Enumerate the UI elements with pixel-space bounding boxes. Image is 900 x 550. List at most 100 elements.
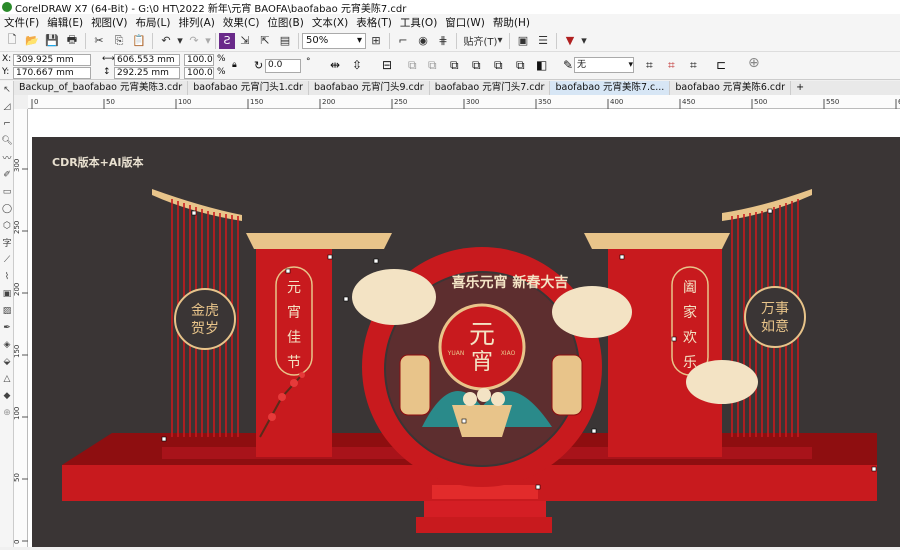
- ruler-h-label: 100: [178, 98, 191, 106]
- full-screen-icon[interactable]: ⊞: [366, 32, 386, 50]
- shape-tool-icon[interactable]: ◿: [0, 98, 14, 115]
- rectangle-tool-icon[interactable]: ▭: [0, 183, 14, 200]
- horizontal-ruler[interactable]: 050100150200250300350400450500550600: [28, 95, 900, 109]
- interactive-fill-icon[interactable]: ◈: [0, 336, 14, 353]
- launcher-dropdown-icon[interactable]: ▾: [580, 32, 588, 50]
- copy-icon[interactable]: ⎘: [109, 32, 129, 50]
- right-panel-char-2: 家: [683, 304, 697, 321]
- trim-icon[interactable]: ⧉: [472, 58, 481, 73]
- text-tool-icon[interactable]: 字: [0, 234, 14, 251]
- ellipse-tool-icon[interactable]: ◯: [0, 200, 14, 217]
- menu-file[interactable]: 文件(F): [0, 15, 43, 30]
- add-tab-button[interactable]: +: [791, 81, 809, 95]
- open-folder-icon[interactable]: 📂: [22, 32, 42, 50]
- menu-effects[interactable]: 效果(C): [219, 15, 264, 30]
- height-input[interactable]: 292.25 mm: [114, 67, 180, 79]
- x-position-input[interactable]: 309.925 mm: [13, 54, 91, 66]
- tab-mentou7[interactable]: baofabao 元宵门头7.cdr: [430, 81, 551, 95]
- lock-ratio-icon[interactable]: 🔒︎: [232, 60, 237, 70]
- crop-tool-icon[interactable]: ⌐: [0, 115, 14, 132]
- undo-dropdown-icon[interactable]: ▾: [176, 32, 184, 50]
- outline-width-select[interactable]: 无 ▾: [574, 57, 634, 73]
- artistic-media-icon[interactable]: ✐: [0, 166, 14, 183]
- menu-tools[interactable]: 工具(O): [396, 15, 441, 30]
- welcome-screen-icon[interactable]: ▣: [513, 32, 533, 50]
- tab-meichen6[interactable]: baofabao 元宵美陈6.cdr: [670, 81, 792, 95]
- undo-icon[interactable]: ↶: [156, 32, 176, 50]
- paste-icon[interactable]: 📋: [129, 32, 149, 50]
- redo-dropdown-icon[interactable]: ▾: [204, 32, 212, 50]
- x-label: X:: [2, 54, 12, 64]
- right-cloud: [552, 286, 632, 338]
- show-rulers-icon[interactable]: ⌐: [393, 32, 413, 50]
- weld-icon[interactable]: ⧉: [450, 58, 459, 73]
- ruler-v-label: 0: [14, 540, 21, 544]
- width-input[interactable]: 606.553 mm: [114, 54, 180, 66]
- rotation-input[interactable]: 0.0: [265, 59, 301, 73]
- drop-shadow-icon[interactable]: ▣: [0, 285, 14, 302]
- cut-icon[interactable]: ✂: [89, 32, 109, 50]
- ruler-h-label: 250: [394, 98, 407, 106]
- tangyuan-1: [463, 392, 477, 406]
- tab-mentou9[interactable]: baofabao 元宵门头9.cdr: [309, 81, 430, 95]
- parallel-dimension-icon[interactable]: ⟋: [0, 251, 14, 268]
- tab-mentou1[interactable]: baofabao 元宵门头1.cdr: [188, 81, 309, 95]
- simplify-icon[interactable]: ⧉: [516, 58, 525, 73]
- mirror-horizontal-icon[interactable]: ⇹: [330, 58, 340, 72]
- freehand-tool-icon[interactable]: 〰: [0, 149, 14, 166]
- combine-icon[interactable]: ⧉: [408, 58, 417, 73]
- options-icon[interactable]: ☰: [533, 32, 553, 50]
- tab-backup-meichen3[interactable]: Backup_of_baofabao 元宵美陈3.cdr: [14, 81, 189, 95]
- edit-bitmap-icon[interactable]: ⌗: [668, 58, 675, 73]
- menu-help[interactable]: 帮助(H): [489, 15, 534, 30]
- scale-x-input[interactable]: 100.0: [184, 54, 214, 66]
- show-grid-icon[interactable]: ◉: [413, 32, 433, 50]
- menu-layout[interactable]: 布局(L): [131, 15, 174, 30]
- save-icon[interactable]: 💾: [42, 32, 62, 50]
- connector-tool-icon[interactable]: ⌇: [0, 268, 14, 285]
- polygon-tool-icon[interactable]: ⬡: [0, 217, 14, 234]
- snap-to-button[interactable]: 贴齐(T) ▾: [460, 32, 506, 50]
- pick-tool-icon[interactable]: ↖: [0, 81, 14, 98]
- mirror-vertical-icon[interactable]: ⇳: [352, 58, 362, 72]
- add-tool-icon[interactable]: ⊕: [0, 404, 14, 421]
- print-icon[interactable]: 🖶: [62, 32, 82, 50]
- import-icon[interactable]: ⇲: [235, 32, 255, 50]
- menu-text[interactable]: 文本(X): [308, 15, 352, 30]
- vertical-ruler[interactable]: 300 250 200 150 100 50 0: [13, 109, 28, 547]
- show-guidelines-icon[interactable]: ⋕: [433, 32, 453, 50]
- application-launcher-icon[interactable]: ▼: [560, 32, 580, 50]
- intersect-icon[interactable]: ⧉: [494, 58, 503, 73]
- artboard-page[interactable]: 金虎 贺岁 万事 如意 元 宵 佳 节 阖 家 欢 乐 喜乐元宵 新春大吉 元 …: [32, 127, 900, 547]
- menu-table[interactable]: 表格(T): [352, 15, 396, 30]
- scale-y-input[interactable]: 100.0: [184, 67, 214, 79]
- standard-toolbar: 🗋 📂 💾 🖶 ✂ ⎘ 📋 ↶ ▾ ↷ ▾ Ƨ ⇲ ⇱ ▤ 50% ▾ ⊞ ⌐ …: [0, 30, 900, 52]
- zoom-level-select[interactable]: 50% ▾: [302, 32, 366, 49]
- menu-bitmaps[interactable]: 位图(B): [263, 15, 307, 30]
- zoom-tool-icon[interactable]: 🔍︎: [0, 132, 14, 149]
- align-distribute-icon[interactable]: ⊟: [382, 58, 392, 72]
- fill-tool-icon[interactable]: ◆: [0, 387, 14, 404]
- outline-pen-tool-icon[interactable]: △: [0, 370, 14, 387]
- break-apart-icon[interactable]: ⧉: [428, 58, 437, 73]
- front-minus-back-icon[interactable]: ◧: [536, 58, 547, 72]
- tab-meichen7[interactable]: baofabao 元宵美陈7.c...: [550, 81, 671, 95]
- search-content-icon[interactable]: Ƨ: [219, 32, 235, 49]
- new-file-icon[interactable]: 🗋: [2, 32, 22, 50]
- crop-bitmap-icon[interactable]: ⌗: [690, 58, 697, 73]
- smart-fill-icon[interactable]: ⬙: [0, 353, 14, 370]
- menu-view[interactable]: 视图(V): [87, 15, 131, 30]
- publish-pdf-icon[interactable]: ▤: [275, 32, 295, 50]
- add-icon[interactable]: ⊕: [748, 55, 760, 71]
- redo-icon[interactable]: ↷: [184, 32, 204, 50]
- transparency-tool-icon[interactable]: ▨: [0, 302, 14, 319]
- menu-edit[interactable]: 编辑(E): [43, 15, 87, 30]
- right-panel-char-3: 欢: [683, 330, 697, 346]
- menu-arrange[interactable]: 排列(A): [175, 15, 219, 30]
- menu-window[interactable]: 窗口(W): [441, 15, 489, 30]
- quick-trace-icon[interactable]: ⌗: [646, 58, 653, 73]
- wrap-text-icon[interactable]: ⊏: [716, 58, 726, 72]
- color-eyedropper-icon[interactable]: ✒: [0, 319, 14, 336]
- y-position-input[interactable]: 170.667 mm: [13, 67, 91, 79]
- export-icon[interactable]: ⇱: [255, 32, 275, 50]
